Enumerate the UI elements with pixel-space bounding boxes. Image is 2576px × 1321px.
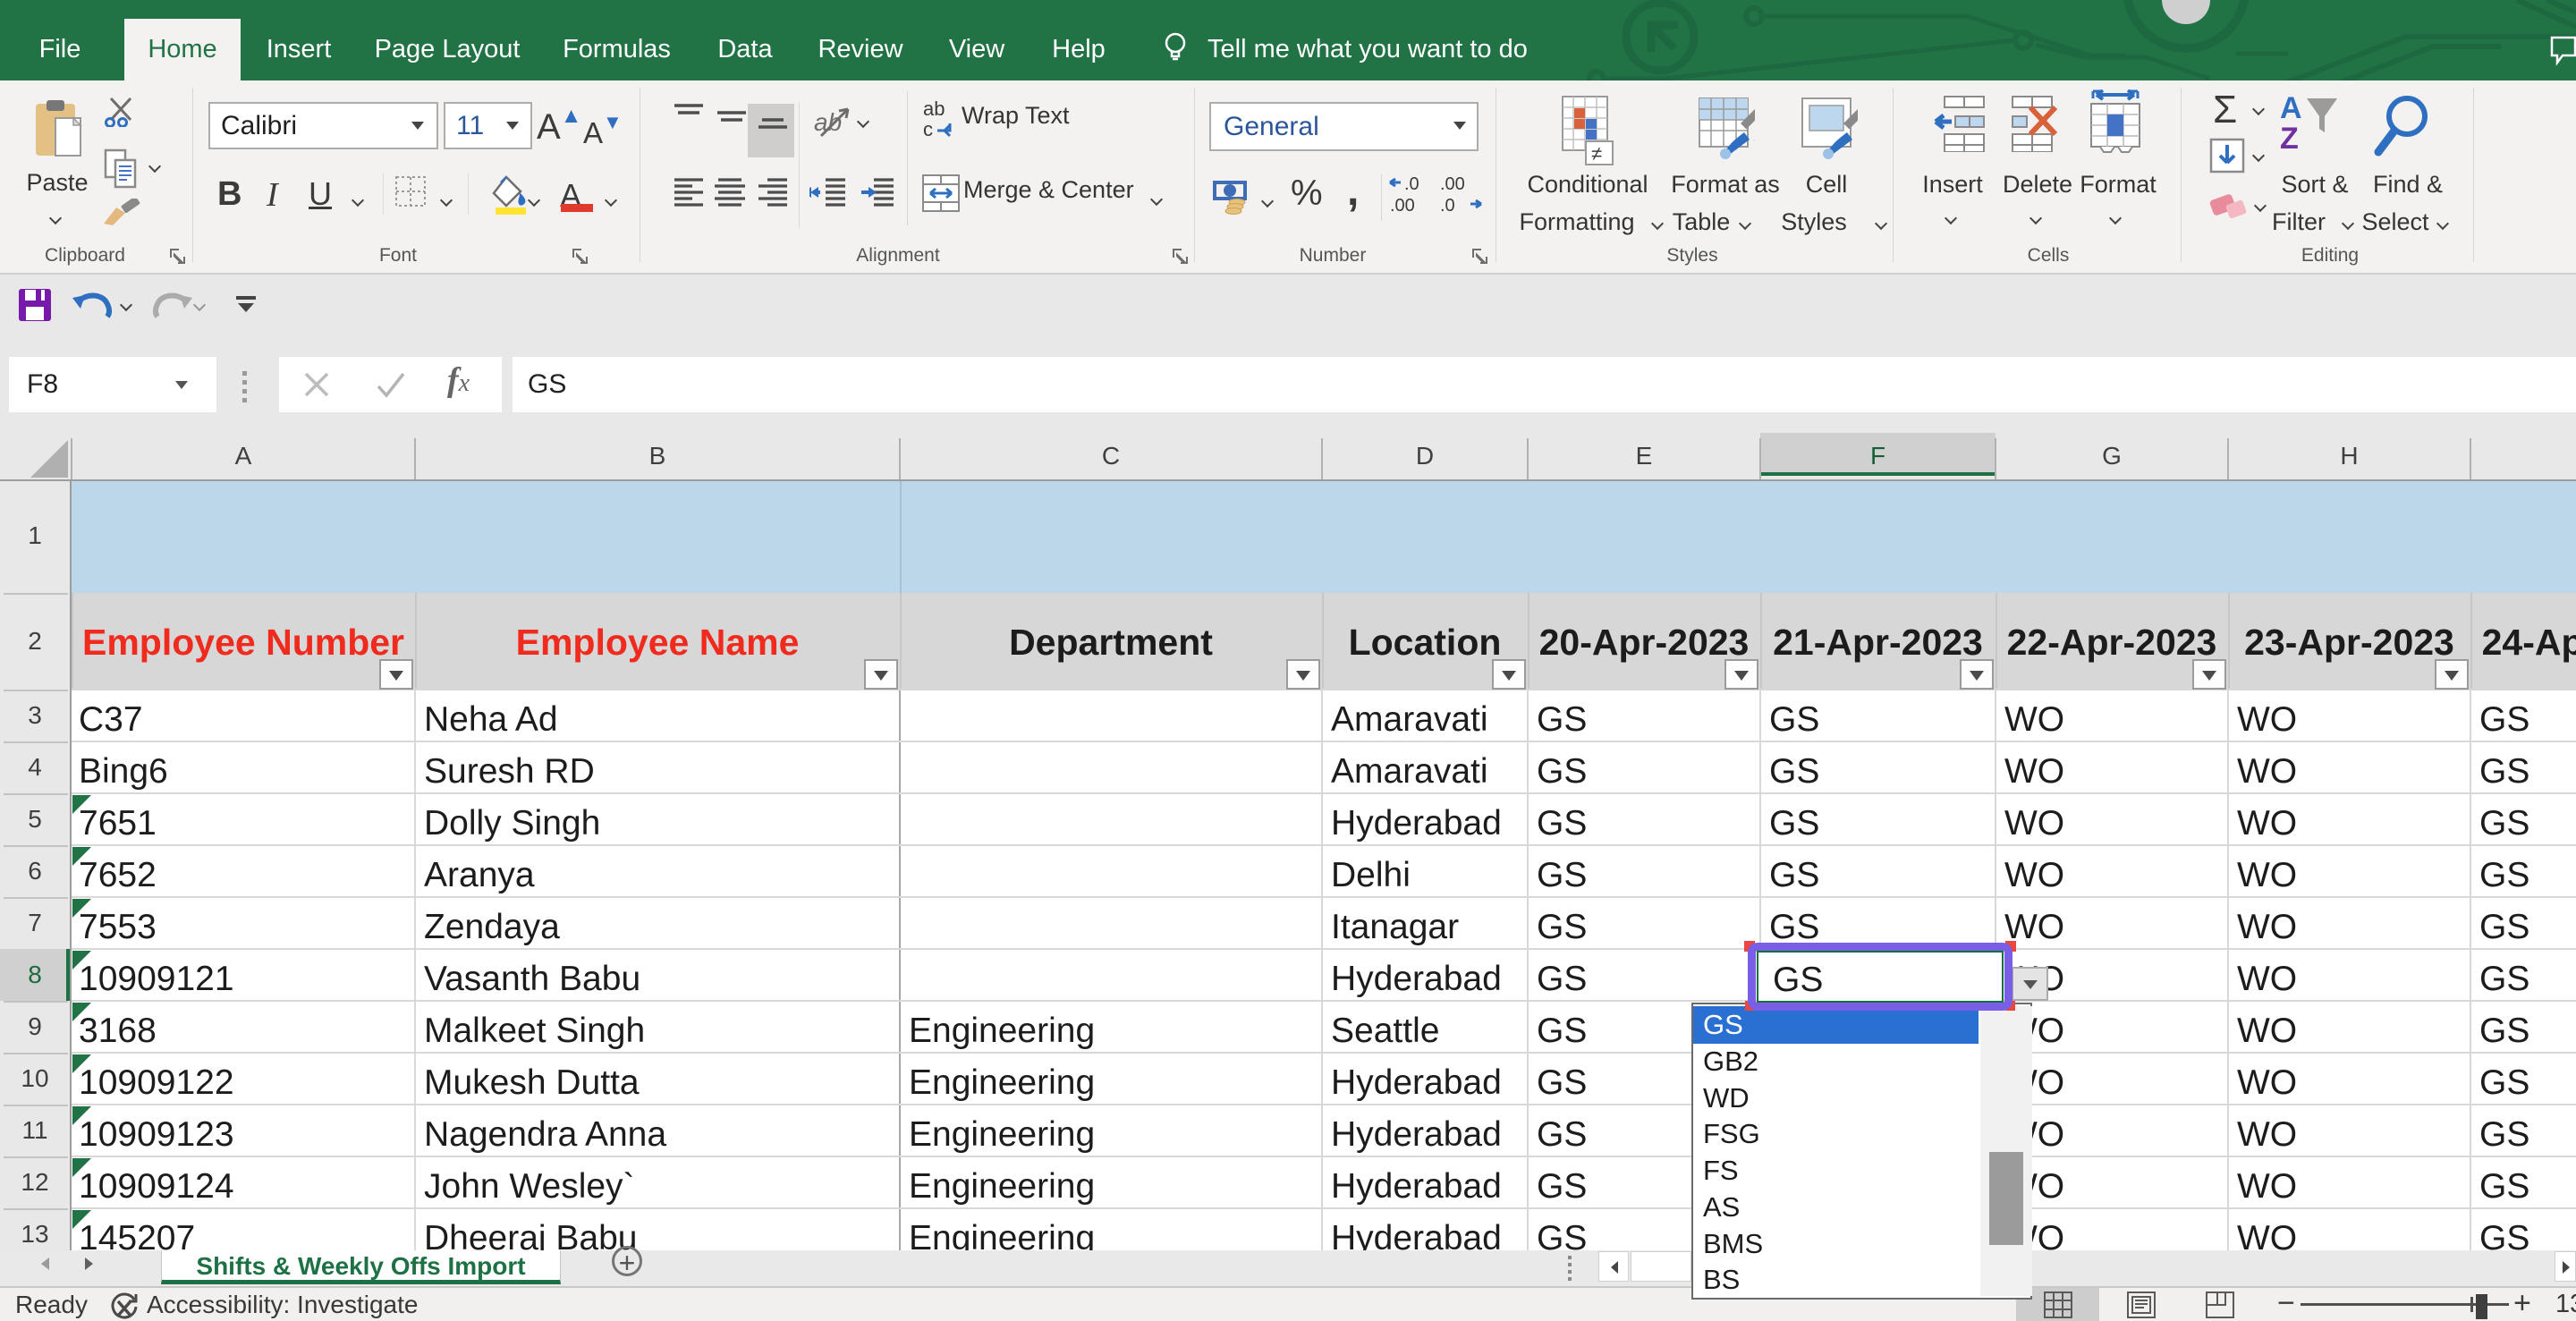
svg-text:.00: .00 [1440,177,1465,194]
svg-text:ab: ab [814,108,842,136]
svg-text:.00: .00 [1390,196,1415,215]
svg-text:Z: Z [2280,122,2299,156]
svg-text:≠: ≠ [1591,142,1602,165]
svg-text:.0: .0 [1404,177,1419,194]
svg-text:c: c [923,118,933,140]
svg-text:ab: ab [923,100,945,120]
svg-text:.0: .0 [1440,196,1455,215]
svg-text:A: A [2280,93,2302,125]
